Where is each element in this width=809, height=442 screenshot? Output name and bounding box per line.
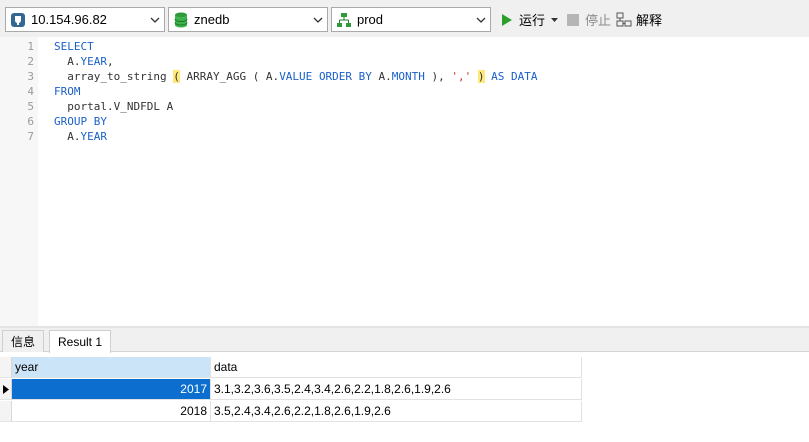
line-number: 1 <box>27 40 34 53</box>
code-line: 7 A.YEAR <box>0 129 809 144</box>
code-text: GROUP BY <box>54 114 107 129</box>
line-number: 6 <box>27 115 34 128</box>
elephant-db-icon <box>10 12 26 28</box>
line-number: 5 <box>27 100 34 113</box>
table-row[interactable]: 2018 3.5,2.4,3.4,2.6,2.2,1.8,2.6,1.9,2.6 <box>0 401 582 422</box>
result-tabs: 信息 Result 1 <box>0 328 809 353</box>
sql-token: A. <box>54 130 81 143</box>
code-line: 2 A.YEAR, <box>0 54 809 69</box>
row-header <box>0 401 12 422</box>
chevron-down-icon[interactable] <box>146 8 164 31</box>
tab-result-1-label: Result 1 <box>58 335 103 349</box>
sql-token: A. <box>371 70 392 83</box>
sql-keyword: SELECT <box>54 40 94 53</box>
run-button[interactable]: 运行 <box>499 9 559 30</box>
database-value: znedb <box>194 12 230 27</box>
code-text: A.YEAR <box>54 129 107 144</box>
matched-bracket: ( <box>173 70 180 83</box>
sql-keyword: GROUP BY <box>54 115 107 128</box>
grid-header-row: year data <box>0 357 582 378</box>
current-row-marker-icon <box>0 379 12 400</box>
schema-select[interactable]: prod <box>331 7 491 32</box>
sql-string: ',' <box>451 70 472 83</box>
caret-down-icon[interactable] <box>551 17 559 22</box>
sql-keyword: AS DATA <box>491 70 538 83</box>
sql-token: , <box>107 55 114 68</box>
sql-keyword: ORDER BY <box>318 70 372 83</box>
sql-token: portal.V_NDFDL A <box>54 100 174 113</box>
chevron-down-icon[interactable] <box>309 8 327 31</box>
play-icon <box>499 12 515 28</box>
matched-bracket: ) <box>477 70 485 83</box>
connection-select[interactable]: 10.154.96.82 <box>5 7 165 32</box>
sql-editor[interactable]: 1 SELECT 2 A.YEAR, 3 array_to_string ( ARRA… <box>0 37 809 326</box>
column-header-year[interactable]: year <box>12 357 211 378</box>
code-text: portal.V_NDFDL A <box>54 99 173 114</box>
sql-keyword: MONTH <box>391 70 425 83</box>
toolbar: 10.154.96.82 znedb prod 运行 停止 解释 <box>0 0 809 37</box>
explain-icon <box>616 12 632 28</box>
code-line: 1 SELECT <box>0 39 809 54</box>
schema-icon <box>336 12 352 28</box>
column-header-data[interactable]: data <box>211 357 582 378</box>
cell-year[interactable]: 2017 <box>12 379 211 400</box>
sql-keyword: VALUE <box>279 70 313 83</box>
code-text: A.YEAR, <box>54 54 114 69</box>
line-number: 4 <box>27 85 34 98</box>
code-text: array_to_string ( ARRAY_AGG ( A.VALUE OR… <box>54 69 538 84</box>
code-line: 4 FROM <box>0 84 809 99</box>
table-row[interactable]: 2017 3.1,3.2,3.6,3.5,2.4,3.4,2.6,2.2,1.8… <box>0 379 582 400</box>
chevron-down-icon[interactable] <box>472 8 490 31</box>
code-line: 3 array_to_string ( ARRAY_AGG ( A.VALUE … <box>0 69 809 84</box>
cell-data[interactable]: 3.5,2.4,3.4,2.6,2.2,1.8,2.6,1.9,2.6 <box>211 401 582 422</box>
result-grid-area: year data 2017 3.1,3.2,3.6,3.5,2.4,3.4,2… <box>0 353 809 442</box>
sql-token: ), <box>424 70 452 83</box>
sql-token: ARRAY_AGG ( A. <box>179 70 280 83</box>
sql-keyword: FROM <box>54 85 81 98</box>
sql-token: array_to_string <box>54 70 174 83</box>
sql-keyword: YEAR <box>80 55 108 68</box>
sql-keyword: YEAR <box>80 130 108 143</box>
row-header-corner <box>0 357 12 378</box>
explain-label: 解释 <box>636 13 663 28</box>
stop-icon <box>565 12 581 28</box>
code-line: 6 GROUP BY <box>0 114 809 129</box>
line-number: 7 <box>27 130 34 143</box>
tab-info-label: 信息 <box>11 335 36 349</box>
code-line: 5 portal.V_NDFDL A <box>0 99 809 114</box>
cell-data[interactable]: 3.1,3.2,3.6,3.5,2.4,3.4,2.6,2.2,1.8,2.6,… <box>211 379 582 400</box>
sql-token: A. <box>54 55 81 68</box>
run-label: 运行 <box>519 13 546 28</box>
database-select[interactable]: znedb <box>168 7 328 32</box>
connection-value: 10.154.96.82 <box>31 12 107 27</box>
line-number: 3 <box>27 70 34 83</box>
schema-value: prod <box>357 12 384 27</box>
code-text: FROM <box>54 84 81 99</box>
explain-button[interactable]: 解释 <box>616 9 662 30</box>
code-text: SELECT <box>54 39 94 54</box>
cell-year[interactable]: 2018 <box>12 401 211 422</box>
database-icon <box>173 12 189 28</box>
stop-button[interactable]: 停止 <box>565 9 611 30</box>
tab-info[interactable]: 信息 <box>2 330 45 352</box>
stop-label: 停止 <box>585 13 612 28</box>
tab-result-1[interactable]: Result 1 <box>49 330 112 353</box>
line-number: 2 <box>27 55 34 68</box>
